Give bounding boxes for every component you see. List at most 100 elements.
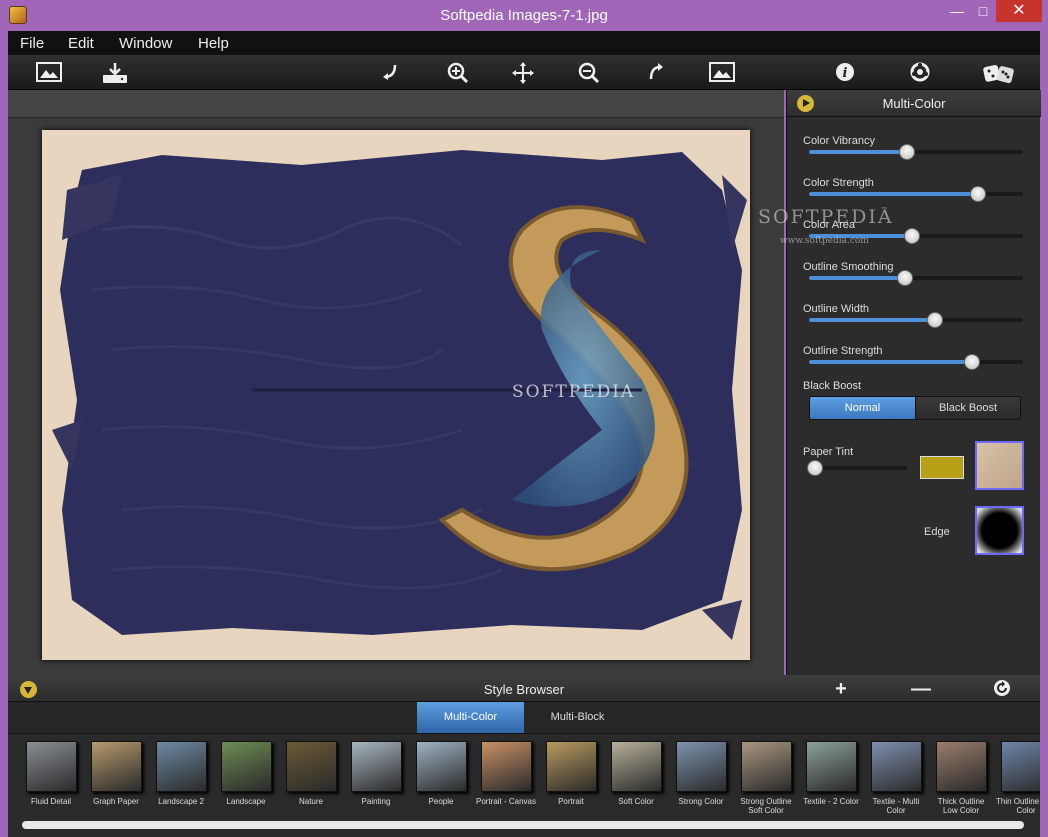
canvas-viewport[interactable]: SOFTPEDIA bbox=[8, 119, 784, 675]
paper-texture-thumbnail[interactable] bbox=[975, 441, 1024, 490]
pan-icon[interactable] bbox=[508, 59, 538, 85]
slider-label: Color Strength bbox=[803, 177, 874, 189]
style-thumbnail-label: Soft Color bbox=[618, 797, 654, 806]
fit-image-icon[interactable] bbox=[707, 59, 737, 85]
style-thumbnail-label: Graph Paper bbox=[93, 797, 139, 806]
slider-knob[interactable] bbox=[897, 270, 914, 286]
black-boost-label: Black Boost bbox=[803, 380, 862, 392]
rotate-right-icon[interactable] bbox=[641, 59, 671, 85]
style-thumbnail[interactable]: Textile - Multi Color bbox=[865, 741, 927, 815]
panel-header: Multi-Color bbox=[787, 90, 1041, 117]
paper-tint-slider[interactable] bbox=[806, 460, 907, 476]
style-browser-header: Style Browser + — bbox=[8, 675, 1040, 702]
info-icon[interactable]: i bbox=[830, 59, 860, 85]
style-thumbnail-image bbox=[740, 741, 792, 792]
style-thumbnail[interactable]: Graph Paper bbox=[85, 741, 147, 806]
style-thumbnail[interactable]: Landscape bbox=[215, 741, 277, 806]
zoom-out-icon[interactable] bbox=[574, 59, 604, 85]
menu-bar: File Edit Window Help bbox=[8, 31, 1040, 55]
zoom-in-icon[interactable] bbox=[443, 59, 473, 85]
black-boost-normal-button[interactable]: Normal bbox=[810, 397, 915, 419]
horizontal-scrollbar[interactable] bbox=[22, 821, 1024, 829]
toolbar: i bbox=[8, 55, 1040, 90]
style-thumbnail[interactable]: Portrait bbox=[540, 741, 602, 806]
minus-icon[interactable]: — bbox=[909, 679, 933, 699]
style-thumbnail-image bbox=[480, 741, 532, 792]
watermark-center: SOFTPEDIA bbox=[512, 382, 636, 402]
style-thumbnail-label: Portrait - Canvas bbox=[475, 797, 537, 806]
maximize-icon[interactable]: □ bbox=[968, 0, 998, 22]
style-thumbnail-label: Fluid Detail bbox=[30, 797, 71, 806]
style-thumbnail[interactable]: Nature bbox=[280, 741, 342, 806]
settings-icon[interactable] bbox=[905, 59, 935, 85]
style-thumbnail-label: Thick Outline Low Color bbox=[937, 797, 985, 815]
open-image-icon[interactable] bbox=[34, 59, 64, 85]
style-thumbnail-image bbox=[610, 741, 662, 792]
black-boost-toggle: Normal Black Boost bbox=[809, 396, 1021, 420]
style-thumbnail-image bbox=[805, 741, 857, 792]
image-preview[interactable]: SOFTPEDIA bbox=[42, 130, 750, 660]
style-thumbnail-image bbox=[675, 741, 727, 792]
panel-title: Multi-Color bbox=[882, 96, 946, 111]
close-icon[interactable]: ✕ bbox=[996, 0, 1042, 22]
style-thumbnail-image bbox=[545, 741, 597, 792]
style-thumbnail[interactable]: Strong Outline Soft Color bbox=[735, 741, 797, 815]
paper-tint-label: Paper Tint bbox=[803, 446, 854, 458]
paper-tint-knob[interactable] bbox=[806, 460, 823, 476]
menu-window[interactable]: Window bbox=[119, 35, 172, 52]
watermark-url: www.softpedia.com bbox=[780, 236, 869, 246]
edge-label: Edge bbox=[924, 526, 950, 538]
save-icon[interactable] bbox=[100, 59, 130, 85]
style-thumbnail-image bbox=[285, 741, 337, 792]
app-window: Softpedia Images-7-1.jpg — □ ✕ File Edit… bbox=[0, 0, 1048, 837]
style-thumbnail[interactable]: People bbox=[410, 741, 472, 806]
style-thumbnail[interactable]: Thick Outline Low Color bbox=[930, 741, 992, 815]
menu-file[interactable]: File bbox=[20, 35, 44, 52]
slider-knob[interactable] bbox=[927, 312, 944, 328]
slider-track[interactable] bbox=[809, 312, 1023, 328]
style-thumbnails: Fluid Detail Graph Paper Landscape 2 Landsc… bbox=[8, 735, 1040, 817]
title-bar: Softpedia Images-7-1.jpg — □ ✕ bbox=[0, 0, 1048, 31]
slider-knob[interactable] bbox=[970, 186, 987, 202]
settings-panel: Multi-Color Color Vibrancy Color Strength… bbox=[786, 90, 1041, 675]
style-tabs: Multi-Color Multi-Block bbox=[8, 702, 1040, 734]
style-thumbnail[interactable]: Strong Color bbox=[670, 741, 732, 806]
slider-track[interactable] bbox=[809, 354, 1023, 370]
style-browser-title: Style Browser bbox=[483, 682, 565, 697]
plus-icon[interactable]: + bbox=[829, 679, 853, 699]
style-thumbnail[interactable]: Fluid Detail bbox=[20, 741, 82, 806]
slider-label: Outline Smoothing bbox=[803, 261, 894, 273]
style-thumbnail[interactable]: Thin Outline Low Color bbox=[995, 741, 1040, 815]
slider-knob[interactable] bbox=[903, 228, 920, 244]
svg-text:i: i bbox=[843, 66, 848, 81]
style-thumbnail-image bbox=[25, 741, 77, 792]
watermark-main: SOFTPEDIA bbox=[758, 206, 894, 228]
style-browser: Style Browser + — Multi-Color Multi-Bloc… bbox=[8, 675, 1040, 837]
style-thumbnail-label: Landscape bbox=[226, 797, 266, 806]
slider-track[interactable] bbox=[809, 144, 1023, 160]
reset-icon[interactable] bbox=[990, 679, 1014, 699]
slider-label: Color Vibrancy bbox=[803, 135, 875, 147]
slider-track[interactable] bbox=[809, 186, 1023, 202]
menu-help[interactable]: Help bbox=[198, 35, 229, 52]
style-thumbnail[interactable]: Portrait - Canvas bbox=[475, 741, 537, 806]
painted-image bbox=[42, 130, 750, 660]
randomize-dice-icon[interactable] bbox=[980, 59, 1018, 85]
menu-edit[interactable]: Edit bbox=[68, 35, 94, 52]
paper-tint-color-swatch[interactable] bbox=[920, 456, 964, 479]
style-thumbnail-label: Strong Outline Soft Color bbox=[740, 797, 792, 815]
slider-track[interactable] bbox=[809, 270, 1023, 286]
edge-thumbnail[interactable] bbox=[975, 506, 1024, 555]
style-thumbnail[interactable]: Landscape 2 bbox=[150, 741, 212, 806]
slider-knob[interactable] bbox=[963, 354, 980, 370]
tab-multi-color[interactable]: Multi-Color bbox=[417, 702, 524, 733]
style-thumbnail[interactable]: Soft Color bbox=[605, 741, 667, 806]
style-thumbnail[interactable]: Painting bbox=[345, 741, 407, 806]
slider-knob[interactable] bbox=[899, 144, 916, 160]
style-thumbnail-label: Textile - 2 Color bbox=[803, 797, 859, 806]
style-thumbnail-image bbox=[870, 741, 922, 792]
black-boost-option-button[interactable]: Black Boost bbox=[915, 397, 1020, 419]
style-thumbnail[interactable]: Textile - 2 Color bbox=[800, 741, 862, 806]
rotate-left-icon[interactable] bbox=[376, 59, 406, 85]
tab-multi-block[interactable]: Multi-Block bbox=[524, 702, 631, 733]
